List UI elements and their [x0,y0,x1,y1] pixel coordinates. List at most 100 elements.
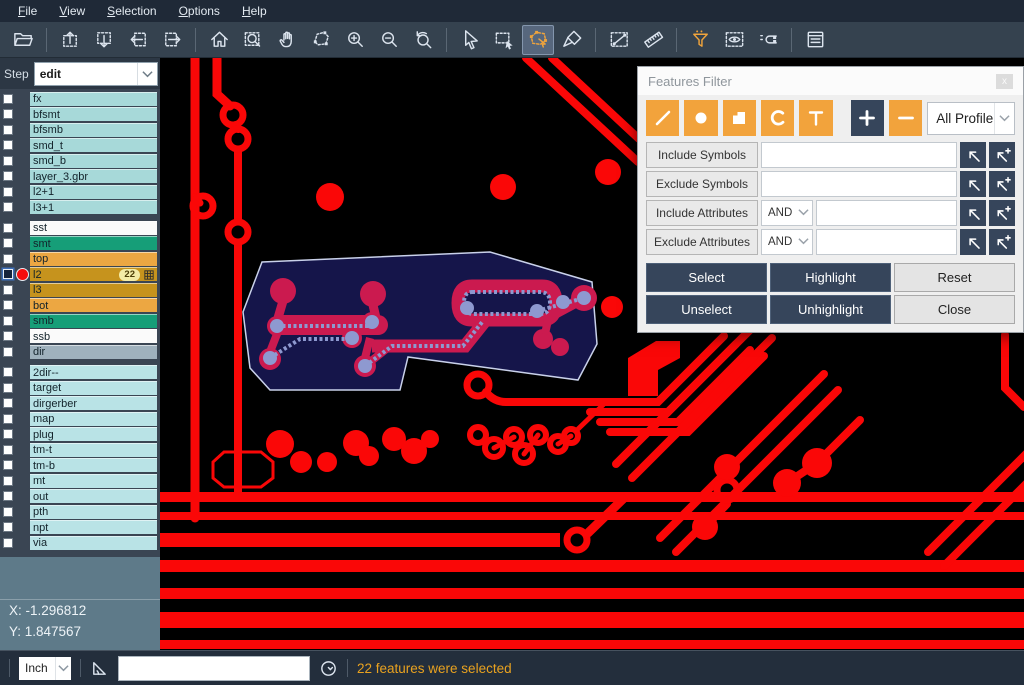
pcb-canvas[interactable]: Features Filter x All Profile Include Sy… [160,58,1024,650]
layer-name-bfsmt[interactable]: bfsmt [30,107,157,121]
features-filter-button[interactable] [684,25,716,55]
select-rectangle-button[interactable] [488,25,520,55]
layer-checkbox-layer-3-gbr[interactable] [3,171,13,181]
layer-name-map[interactable]: map [30,412,157,426]
layer-checkbox-l2-1[interactable] [3,187,13,197]
layer-name-l2-1[interactable]: l2+1 [30,185,157,199]
zoom-in-button[interactable] [339,25,371,55]
layer-checkbox-via[interactable] [3,538,13,548]
layer-checkbox-l3[interactable] [3,285,13,295]
layer-name-mt[interactable]: mt [30,474,157,488]
layer-checkbox-sst[interactable] [3,223,13,233]
layer-checkbox-mt[interactable] [3,476,13,486]
layer-checkbox-ssb[interactable] [3,331,13,341]
layer-checkbox-bfsmt[interactable] [3,109,13,119]
layer-checkbox-top[interactable] [3,254,13,264]
pan-right-button[interactable] [156,25,188,55]
layer-checkbox-map[interactable] [3,414,13,424]
arc-feature-button[interactable] [761,100,794,136]
include-attributes-logic-dropdown[interactable]: AND [761,200,813,226]
exclude-attributes-pick-add-button[interactable] [989,229,1015,255]
pad-feature-button[interactable] [684,100,717,136]
layer-name-via[interactable]: via [30,536,157,550]
menu-view[interactable]: View [49,2,95,20]
close-button[interactable]: Close [894,295,1015,324]
step-dropdown[interactable]: edit [34,62,158,86]
corner-angle-icon[interactable] [90,659,109,678]
menu-selection[interactable]: Selection [97,2,166,20]
layer-checkbox-pth[interactable] [3,507,13,517]
layer-checkbox-plug[interactable] [3,429,13,439]
layer-name-target[interactable]: target [30,381,157,395]
menu-help[interactable]: Help [232,2,277,20]
grid-icon-wrap[interactable] [144,270,154,280]
unhighlight-button[interactable]: Unhighlight [770,295,891,324]
highlight-button[interactable]: Highlight [770,263,891,292]
text-feature-button[interactable] [799,100,832,136]
zoom-area-button[interactable] [237,25,269,55]
exclude-symbols-input[interactable] [761,171,957,197]
layer-checkbox-dirgerber[interactable] [3,398,13,408]
layer-name-smb[interactable]: smb [30,314,157,328]
layer-name-2dir-[interactable]: 2dir-- [30,365,157,379]
select-polygon-button[interactable] [522,25,554,55]
include-attributes-input[interactable] [816,200,957,226]
layer-checkbox-bfsmb[interactable] [3,125,13,135]
zoom-previous-button[interactable] [407,25,439,55]
include-attributes-button[interactable]: Include Attributes [646,200,758,226]
include-attributes-pick-add-button[interactable] [989,200,1015,226]
layer-name-top[interactable]: top [30,252,157,266]
layer-checkbox-target[interactable] [3,383,13,393]
layer-name-ssb[interactable]: ssb [30,329,157,343]
zoom-home-button[interactable] [203,25,235,55]
select-pointer-button[interactable] [454,25,486,55]
include-symbols-button[interactable]: Include Symbols [646,142,758,168]
dialog-titlebar[interactable]: Features Filter x [638,67,1023,95]
layer-checkbox-smd-t[interactable] [3,140,13,150]
layer-checkbox-fx[interactable] [3,94,13,104]
layer-checkbox-out[interactable] [3,491,13,501]
pan-up-button[interactable] [54,25,86,55]
layer-name-smd-b[interactable]: smd_b [30,154,157,168]
zoom-polygon-button[interactable] [305,25,337,55]
layer-name-plug[interactable]: plug [30,427,157,441]
layers-panel-button[interactable] [799,25,831,55]
layer-name-npt[interactable]: npt [30,520,157,534]
units-dropdown[interactable]: Inch [19,657,71,680]
line-feature-button[interactable] [646,100,679,136]
include-symbols-input[interactable] [761,142,957,168]
exclude-attributes-pick-button[interactable] [960,229,986,255]
pan-down-button[interactable] [88,25,120,55]
measure-button[interactable] [603,25,635,55]
include-symbols-pick-button[interactable] [960,142,986,168]
layer-name-dirgerber[interactable]: dirgerber [30,396,157,410]
layer-name-bot[interactable]: bot [30,298,157,312]
menu-file[interactable]: File [8,2,47,20]
pan-hand-button[interactable] [271,25,303,55]
include-symbols-pick-add-button[interactable] [989,142,1015,168]
zoom-out-button[interactable] [373,25,405,55]
layer-checkbox-bot[interactable] [3,300,13,310]
layer-name-fx[interactable]: fx [30,92,157,106]
unselect-button[interactable]: Unselect [646,295,767,324]
ruler-button[interactable] [637,25,669,55]
add-filter-button[interactable] [851,100,884,136]
exclude-attributes-input[interactable] [816,229,957,255]
layer-checkbox-npt[interactable] [3,522,13,532]
exclude-symbols-pick-add-button[interactable] [989,171,1015,197]
paint-brush-button[interactable] [556,25,588,55]
include-attributes-pick-button[interactable] [960,200,986,226]
layer-name-tm-b[interactable]: tm-b [30,458,157,472]
layer-checkbox-l3-1[interactable] [3,202,13,212]
layer-name-out[interactable]: out [30,489,157,503]
view-options-button[interactable] [718,25,750,55]
layer-name-pth[interactable]: pth [30,505,157,519]
layer-name-l3[interactable]: l3 [30,283,157,297]
layer-checkbox-l2[interactable] [3,269,13,279]
layer-name-l2[interactable]: l222 [30,267,157,281]
profile-dropdown[interactable]: All Profile [927,102,1015,135]
exclude-symbols-pick-button[interactable] [960,171,986,197]
exclude-attributes-button[interactable]: Exclude Attributes [646,229,758,255]
layer-name-layer-3-gbr[interactable]: layer_3.gbr [30,169,157,183]
layer-checkbox-smt[interactable] [3,238,13,248]
